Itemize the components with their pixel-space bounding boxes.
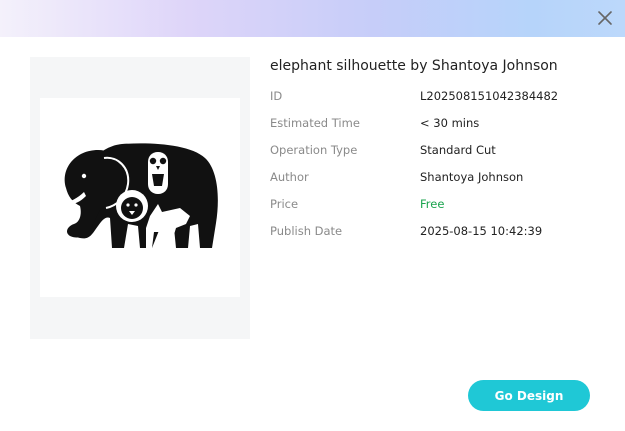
detail-row-operation-type: Operation Type Standard Cut [270, 143, 610, 161]
go-design-button[interactable]: Go Design [468, 380, 590, 411]
detail-value: L202508151042384482 [420, 89, 559, 103]
close-icon [598, 11, 612, 25]
detail-row-id: ID L202508151042384482 [270, 89, 610, 107]
detail-row-author: Author Shantoya Johnson [270, 170, 610, 188]
design-preview-image [40, 98, 240, 297]
detail-label: Operation Type [270, 143, 358, 157]
design-title: elephant silhouette by Shantoya Johnson [270, 58, 558, 74]
price-value: Free [420, 197, 445, 211]
elephant-silhouette-image [62, 143, 218, 248]
detail-label: Estimated Time [270, 116, 360, 130]
design-preview-panel [30, 57, 250, 339]
dialog-header [0, 0, 625, 37]
detail-row-price: Price Free [270, 197, 610, 215]
detail-value: < 30 mins [420, 116, 480, 130]
detail-label: Price [270, 197, 299, 211]
close-button[interactable] [595, 8, 615, 28]
detail-row-publish-date: Publish Date 2025-08-15 10:42:39 [270, 224, 610, 242]
detail-label: Author [270, 170, 309, 184]
detail-value: 2025-08-15 10:42:39 [420, 224, 543, 238]
detail-label: Publish Date [270, 224, 343, 238]
detail-value: Standard Cut [420, 143, 496, 157]
detail-row-estimated-time: Estimated Time < 30 mins [270, 116, 610, 134]
detail-value: Shantoya Johnson [420, 170, 524, 184]
detail-label: ID [270, 89, 283, 103]
